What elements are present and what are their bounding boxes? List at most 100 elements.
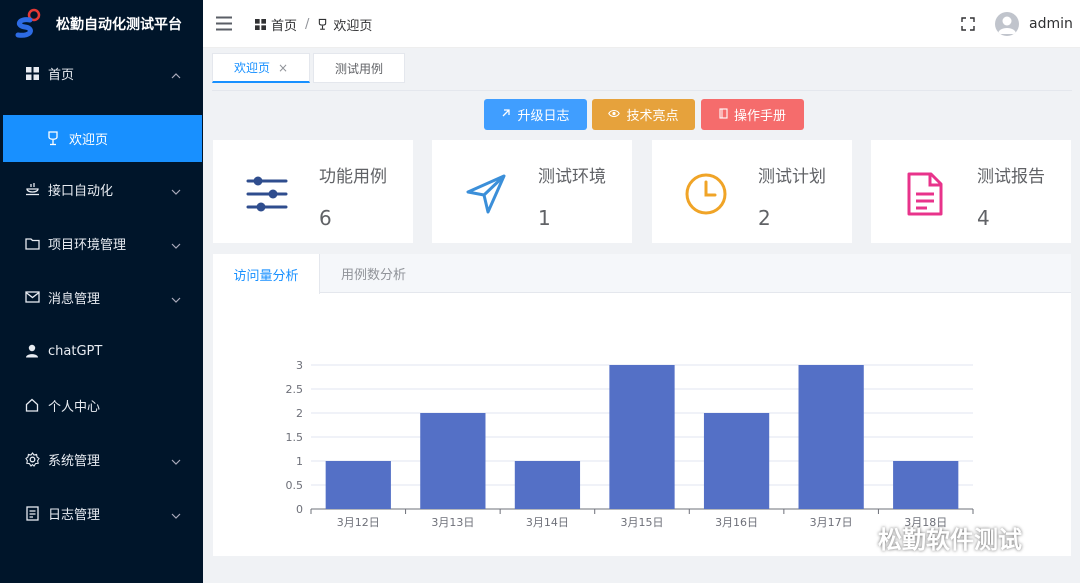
chevron-down-icon (171, 454, 181, 469)
interface-icon (24, 181, 40, 197)
bar (703, 413, 770, 509)
button-label: 升级日志 (517, 109, 570, 124)
y-tick-label: 1.5 (286, 431, 304, 444)
watermark-text: 松勤软件测试 (878, 526, 1022, 554)
stat-title: 测试报告 (977, 167, 1045, 187)
sidebar-item-logs[interactable]: 日志管理 (0, 490, 203, 536)
y-tick-label: 3 (296, 359, 303, 372)
sidebar-item-home[interactable]: 首页 (0, 50, 203, 96)
bar (798, 365, 864, 509)
username[interactable]: admin (1029, 16, 1073, 32)
x-tick-label: 3月14日 (526, 516, 569, 529)
sidebar-item-api-automation[interactable]: 接口自动化 (0, 166, 203, 212)
stat-value: 1 (538, 206, 551, 230)
button-label: 操作手册 (733, 109, 786, 124)
breadcrumb-home[interactable]: 首页 (271, 15, 297, 34)
x-tick-label: 3月12日 (337, 516, 380, 529)
file-text-icon (903, 172, 947, 216)
app-title: 松勤自动化测试平台 (56, 17, 182, 33)
send-icon (464, 172, 508, 216)
bar (420, 413, 486, 509)
sidebar-item-label: 首页 (48, 67, 75, 83)
x-tick-label: 3月13日 (431, 516, 474, 529)
stat-title: 功能用例 (319, 167, 387, 187)
button-label: 技术亮点 (626, 109, 679, 124)
hamburger-icon[interactable] (215, 16, 233, 35)
trophy-icon (317, 18, 328, 31)
tab-test-cases[interactable]: 测试用例 (313, 53, 405, 83)
user-icon (24, 343, 40, 359)
stat-title: 测试计划 (758, 167, 826, 187)
arrow-up-right-icon (501, 108, 511, 121)
gear-icon (24, 451, 40, 467)
sidebar-item-label: 消息管理 (48, 291, 101, 307)
upgrade-log-button[interactable]: 升级日志 (484, 99, 587, 130)
y-tick-label: 2.5 (286, 383, 304, 396)
breadcrumb-separator: / (305, 17, 310, 32)
grid-icon (255, 19, 266, 30)
sidebar-item-label: chatGPT (48, 343, 103, 359)
tab-label: 测试用例 (334, 61, 383, 76)
tab-label: 欢迎页 (233, 61, 270, 75)
sidebar-item-profile[interactable]: 个人中心 (0, 382, 203, 428)
eye-icon (608, 108, 621, 121)
clock-icon (684, 172, 728, 216)
logo[interactable]: 松勤自动化测试平台 (0, 0, 203, 48)
y-tick-label: 0 (296, 503, 303, 516)
watermark: 松勤软件测试 (842, 520, 1022, 555)
stat-title: 测试环境 (538, 167, 606, 187)
analysis-panel: 访问量分析 用例数分析 0 0.5 1 1.5 2 2.5 3 3月12日 3月13日 3月14日… (213, 254, 1071, 556)
chevron-down-icon (171, 184, 181, 199)
bar (609, 365, 675, 509)
book-icon (719, 107, 728, 122)
chevron-down-icon (171, 292, 181, 307)
visit-bar-chart: 00.511.522.533月12日 3月13日 3月14日 3月15日 3月16日 3月… (286, 359, 974, 529)
y-tick-label: 0.5 (286, 479, 304, 492)
stat-value: 4 (977, 206, 990, 230)
sidebar-item-messages[interactable]: 消息管理 (0, 274, 203, 320)
stat-card-test-env[interactable]: 测试环境 1 (432, 140, 632, 243)
chevron-down-icon (171, 238, 181, 253)
logo-icon (12, 8, 42, 40)
x-tick-label: 3月16日 (715, 516, 758, 529)
manual-button[interactable]: 操作手册 (701, 99, 804, 130)
chevron-down-icon (171, 508, 181, 523)
top-header: 首页 / 欢迎页 admin (203, 0, 1080, 48)
sidebar-item-label: 欢迎页 (69, 133, 109, 148)
wechat-icon (842, 525, 872, 551)
grid-icon (24, 65, 40, 81)
sidebar: 松勤自动化测试平台 首页 欢迎页 接口自动化 项目环境管理 消息管理 chatG… (0, 0, 203, 583)
stat-value: 2 (758, 206, 771, 230)
breadcrumb: 首页 / 欢迎页 (255, 15, 372, 34)
tabs-bar: 欢迎页 × 测试用例 (212, 53, 1072, 91)
trophy-icon (45, 131, 61, 147)
home-icon (24, 397, 40, 413)
stat-card-test-report[interactable]: 测试报告 4 (871, 140, 1071, 243)
sidebar-item-label: 个人中心 (48, 399, 101, 415)
sidebar-item-label: 接口自动化 (48, 183, 114, 199)
bar (514, 461, 581, 509)
y-tick-label: 1 (296, 455, 303, 468)
tech-highlights-button[interactable]: 技术亮点 (592, 99, 695, 130)
sidebar-item-system[interactable]: 系统管理 (0, 436, 203, 482)
sidebar-item-label: 系统管理 (48, 453, 101, 469)
sidebar-item-welcome[interactable]: 欢迎页 (3, 115, 202, 162)
sidebar-item-label: 日志管理 (48, 507, 101, 523)
sidebar-item-project-env[interactable]: 项目环境管理 (0, 220, 203, 266)
chevron-up-icon (171, 68, 181, 83)
y-tick-label: 2 (296, 407, 303, 420)
breadcrumb-current: 欢迎页 (333, 19, 373, 34)
sidebar-item-chatgpt[interactable]: chatGPT (0, 328, 203, 374)
stat-card-test-plan[interactable]: 测试计划 2 (652, 140, 852, 243)
bar (893, 461, 959, 509)
avatar[interactable] (995, 12, 1019, 36)
sliders-icon (245, 172, 289, 216)
close-icon[interactable]: × (278, 61, 288, 75)
stat-value: 6 (319, 206, 332, 230)
mail-icon (24, 289, 40, 305)
document-icon (24, 505, 40, 521)
folder-icon (24, 235, 40, 251)
tab-welcome[interactable]: 欢迎页 × (212, 53, 310, 83)
stat-card-functional-cases[interactable]: 功能用例 6 (213, 140, 413, 243)
fullscreen-icon[interactable] (961, 17, 975, 35)
